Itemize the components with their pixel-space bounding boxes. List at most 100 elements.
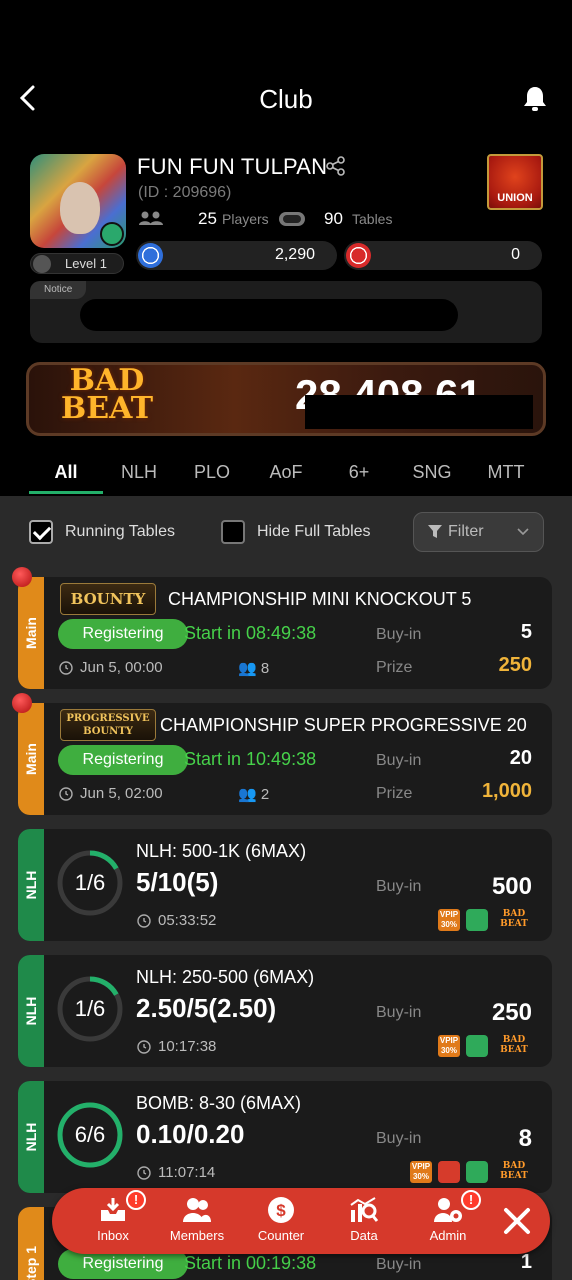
blue-chip-balance: 2,290 <box>136 241 337 270</box>
nav-data[interactable]: Data <box>329 1196 399 1246</box>
admin-alert-badge: ! <box>461 1190 481 1210</box>
blinds: 0.10/0.20 <box>136 1119 245 1149</box>
category-label: Main <box>23 617 39 649</box>
tournament-name: CHAMPIONSHIP MINI KNOCKOUT 5 <box>168 589 472 609</box>
vpip-badge: VPIP 30% <box>410 1161 432 1183</box>
card-category-strip: Main <box>18 703 44 815</box>
tab-nlh[interactable]: NLH <box>104 462 174 483</box>
nav-counter-label: Counter <box>257 1228 305 1243</box>
hide-full-tables-label: Hide Full Tables <box>257 523 371 540</box>
bad-beat-badge: BAD BEAT <box>500 1161 528 1181</box>
game-type-tabs: All NLH PLO AoF 6+ SNG MTT <box>0 450 572 496</box>
cash-table-card[interactable]: NLH 1/6 NLH: 500-1K (6MAX) 5/10(5) 05:33… <box>18 829 552 941</box>
level-label: Level 1 <box>65 256 107 271</box>
vpip-badge: VPIP 30% <box>438 1035 460 1057</box>
red-chip-balance: 0 <box>344 241 542 270</box>
table-time: 05:33:52 <box>158 912 217 929</box>
bad-beat-banner[interactable]: BAD BEAT 28,408.61 <box>26 362 546 436</box>
table-time: 10:17:38 <box>158 1038 217 1055</box>
filter-dropdown[interactable]: Filter <box>413 512 544 552</box>
share-icon[interactable] <box>326 156 346 176</box>
start-countdown: Start in 00:19:38 <box>184 1253 317 1273</box>
prize-label: Prize <box>376 785 413 802</box>
pin-icon <box>12 567 32 587</box>
nav-members[interactable]: Members <box>162 1196 232 1246</box>
seats-occupied: 6/6 <box>74 1122 106 1147</box>
tables-label: Tables <box>352 211 393 227</box>
dollar-icon: $ <box>268 1197 294 1223</box>
union-badge[interactable]: UNION <box>487 154 543 210</box>
tournament-card[interactable]: Main BOUNTY CHAMPIONSHIP MINI KNOCKOUT 5… <box>12 567 552 689</box>
buyin-label: Buy-in <box>376 1004 422 1021</box>
tournament-date: Jun 5, 02:00 <box>80 785 163 802</box>
alarm-clock-icon <box>59 787 73 801</box>
cash-table-card[interactable]: NLH 1/6 NLH: 250-500 (6MAX) 2.50/5(2.50)… <box>18 955 552 1067</box>
bad-beat-badge: BAD BEAT <box>500 1035 528 1055</box>
bell-icon[interactable] <box>522 84 548 112</box>
tournament-name: CHAMPIONSHIP SUPER PROGRESSIVE 20 <box>160 715 527 735</box>
members-icon <box>183 1198 211 1222</box>
nav-admin[interactable]: Admin ! <box>413 1190 483 1246</box>
buyin-value: 1 <box>520 1251 532 1273</box>
players-registered-count: 8 <box>260 660 270 677</box>
hide-full-tables-checkbox[interactable] <box>221 520 245 544</box>
nav-inbox[interactable]: Inbox ! <box>78 1190 148 1246</box>
buyin-label: Buy-in <box>376 626 422 643</box>
data-icon <box>350 1197 379 1222</box>
blinds: 2.50/5(2.50) <box>136 993 277 1023</box>
filter-bar: Running Tables Hide Full Tables Filter <box>0 512 572 552</box>
notice-redacted <box>80 299 458 331</box>
tables-icon <box>279 212 305 226</box>
table-badges: VPIP 30% BAD BEAT <box>438 1035 532 1057</box>
inbox-icon <box>101 1198 125 1221</box>
notice-box[interactable]: Notice <box>30 281 542 343</box>
running-tables-checkbox[interactable] <box>29 520 53 544</box>
players-icon <box>139 211 163 225</box>
registering-button[interactable]: Registering <box>58 745 188 775</box>
level-badge: Level 1 <box>30 253 124 274</box>
close-icon[interactable] <box>500 1204 534 1238</box>
prize-label: Prize <box>376 659 413 676</box>
nav-data-label: Data <box>350 1228 378 1243</box>
tab-aof[interactable]: AoF <box>251 462 321 483</box>
tab-plo[interactable]: PLO <box>177 462 247 483</box>
table-list: Running Tables Hide Full Tables Filter M… <box>0 496 572 1280</box>
table-badges: VPIP 30% BAD BEAT <box>438 909 532 931</box>
bad-beat-logo: BAD BEAT <box>47 366 167 431</box>
tab-6plus[interactable]: 6+ <box>324 462 394 483</box>
nav-counter[interactable]: $ Counter <box>246 1196 316 1246</box>
filter-label: Filter <box>448 523 484 540</box>
card-category-strip: NLH <box>18 829 44 941</box>
clock-badge-icon <box>466 1035 488 1057</box>
registered-players: 👥 8 <box>238 660 270 677</box>
admin-icon <box>434 1198 462 1222</box>
club-name: FUN FUN TULPAN <box>137 154 328 179</box>
tab-sng[interactable]: SNG <box>397 462 467 483</box>
edit-avatar-icon[interactable] <box>100 222 124 246</box>
tab-all[interactable]: All <box>31 462 101 483</box>
progressive-bounty-logo: PROGRESSIVE BOUNTY <box>60 709 156 741</box>
tournament-card[interactable]: Main PROGRESSIVE BOUNTY CHAMPIONSHIP SUP… <box>12 693 552 815</box>
table-badges: VPIP 30% BAD BEAT <box>410 1161 532 1183</box>
category-label: NLH <box>23 870 39 900</box>
red-chip-value: 0 <box>511 246 520 263</box>
clock-badge-icon <box>466 1161 488 1183</box>
card-category-strip: NLH <box>18 955 44 1067</box>
cash-table-card[interactable]: NLH 6/6 BOMB: 8-30 (6MAX) 0.10/0.20 11:0… <box>18 1081 552 1193</box>
bad-beat-badge: BAD BEAT <box>500 909 528 929</box>
nav-admin-label: Admin <box>429 1228 467 1243</box>
buyin-label: Buy-in <box>376 878 422 895</box>
blue-chip-value: 2,290 <box>274 246 315 263</box>
tab-mtt[interactable]: MTT <box>471 462 541 483</box>
filter-icon <box>428 525 442 538</box>
buyin-value: 8 <box>518 1125 532 1152</box>
players-count: 25 <box>198 209 217 228</box>
alarm-clock-icon <box>59 661 73 675</box>
union-label: UNION <box>497 192 533 204</box>
game-name: NLH: 250-500 (6MAX) <box>136 967 315 987</box>
registering-button[interactable]: Registering <box>58 619 188 649</box>
avatar-face <box>60 182 100 234</box>
club-avatar[interactable] <box>30 154 126 248</box>
seats-occupied: 1/6 <box>74 870 106 895</box>
alarm-clock-icon <box>137 1166 151 1180</box>
